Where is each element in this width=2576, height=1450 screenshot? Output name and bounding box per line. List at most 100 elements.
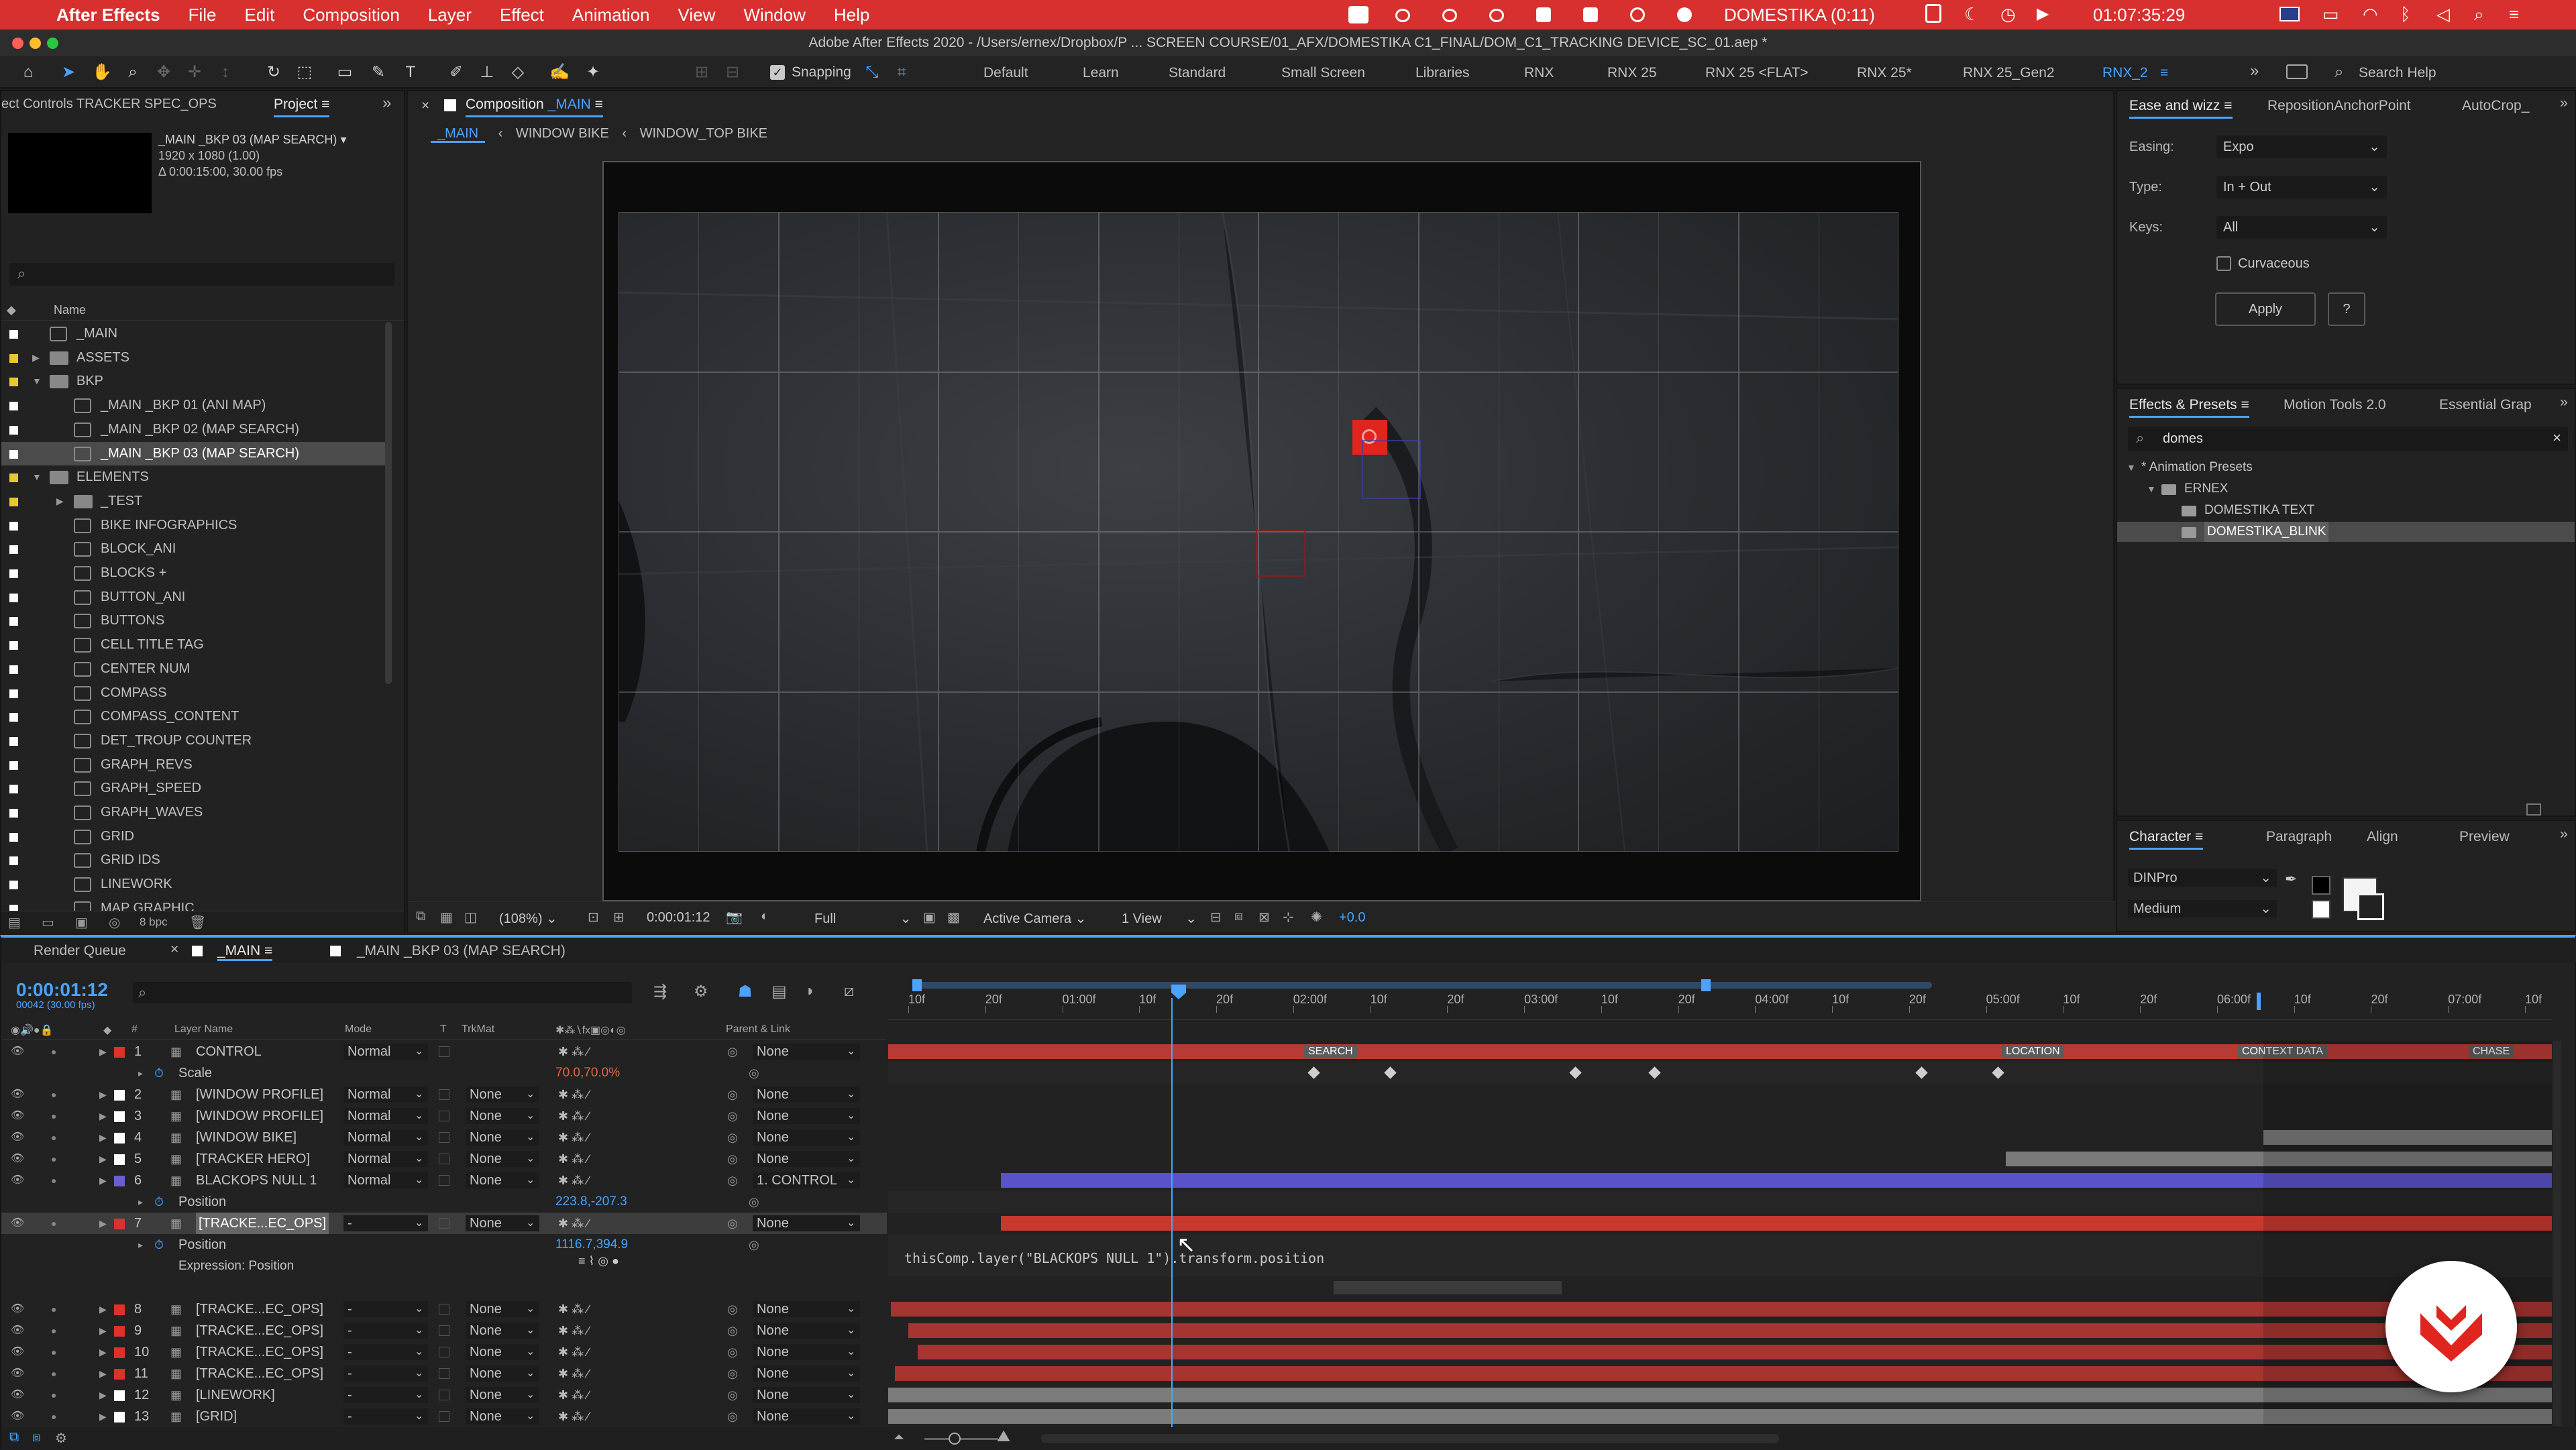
layer-name-column-header[interactable]: Layer Name (174, 1023, 233, 1036)
label-swatch[interactable] (9, 785, 18, 794)
apply-button[interactable]: Apply (2215, 292, 2316, 326)
sync-settings-icon[interactable] (2286, 64, 2308, 79)
label-swatch[interactable] (9, 449, 18, 459)
project-item[interactable]: GRAPH_SPEED (1, 777, 390, 800)
parent-dropdown-arrow-icon[interactable]: ⌄ (847, 1127, 855, 1148)
pen-tool-icon[interactable]: ✎ (368, 62, 389, 83)
font-style-dropdown[interactable]: Medium ⌄ (2128, 900, 2277, 917)
motion-tools-tab[interactable]: Motion Tools 2.0 (2284, 397, 2386, 413)
project-item[interactable]: CENTER NUM (1, 657, 390, 681)
solo-toggle-icon[interactable]: ● (51, 1084, 56, 1105)
zoom-tool-icon[interactable]: ⌕ (122, 62, 144, 83)
property-row[interactable]: ▸ ⏱ Position 223.8,-207.3 ◎ (1, 1191, 887, 1213)
label-column-icon[interactable]: ◆ (103, 1023, 111, 1037)
flowchart-icon[interactable]: ⊹ (1283, 909, 1294, 926)
layer-name[interactable]: [WINDOW BIKE] (196, 1127, 297, 1148)
label-swatch[interactable] (9, 569, 18, 578)
trkmat-dropdown-arrow-icon[interactable]: ⌄ (526, 1105, 535, 1127)
project-item[interactable]: COMPASS_CONTENT (1, 705, 390, 728)
channel-icon[interactable]: ◐ (761, 909, 769, 924)
project-settings-icon[interactable]: ◎ (109, 914, 120, 931)
layer-name[interactable]: [TRACKER HERO] (196, 1148, 310, 1170)
parent-column-header[interactable]: Parent & Link (726, 1023, 790, 1036)
new-folder-icon[interactable]: ▭ (42, 914, 54, 931)
expand-arrow-icon[interactable]: ▼ (2127, 457, 2136, 478)
parent-dropdown-arrow-icon[interactable]: ⌄ (847, 1363, 855, 1384)
keys-dropdown[interactable]: All ⌄ (2216, 216, 2387, 239)
layer-name[interactable]: [TRACKE...EC_OPS] (196, 1298, 323, 1320)
snapshot-icon[interactable]: 📷 (726, 909, 743, 926)
layer-row[interactable]: 👁 ● ▶ 6 ▦ BLACKOPS NULL 1 Normal ⌄ None ⌄ ✱ ⁂ ∕ ◎ 1.… (1, 1170, 887, 1191)
workspace-rnx25-star[interactable]: RNX 25* (1857, 65, 1912, 81)
exposure-value[interactable]: +0.0 (1339, 910, 1365, 926)
brush-tool-icon[interactable]: ✐ (445, 62, 467, 83)
stroke-color-swatch[interactable] (2357, 893, 2384, 920)
layer-switches[interactable]: ✱ ⁂ ∕ (558, 1127, 589, 1148)
dolly-tool-icon[interactable]: ↕ (215, 62, 236, 83)
solo-toggle-icon[interactable]: ● (51, 1041, 56, 1062)
interpret-footage-icon[interactable]: ▤ (8, 914, 21, 931)
mode-dropdown-arrow-icon[interactable]: ⌄ (415, 1127, 423, 1148)
project-item[interactable]: _MAIN _BKP 02 (MAP SEARCH) (1, 418, 390, 441)
property-row[interactable]: ▸ ⏱ Scale 70.0,70.0% ◎ (1, 1062, 887, 1084)
label-column-icon[interactable]: ◆ (7, 303, 16, 317)
layer-name[interactable]: [WINDOW PROFILE] (196, 1105, 323, 1127)
expand-arrow-icon[interactable]: ▶ (99, 1127, 107, 1148)
visibility-toggle-icon[interactable]: 👁 (11, 1105, 24, 1127)
transparency-grid-icon[interactable]: ▩ (947, 909, 960, 926)
expand-arrow-icon[interactable]: ▶ (99, 1320, 107, 1341)
wifi-icon[interactable]: ◠ (2363, 4, 2378, 25)
expand-arrow-icon[interactable]: ▼ (2147, 479, 2156, 499)
align-icon[interactable]: ⊞ (691, 62, 712, 83)
visibility-toggle-icon[interactable]: 👁 (11, 1363, 24, 1384)
label-swatch[interactable] (9, 736, 18, 746)
expand-panels-icon[interactable]: » (382, 94, 391, 113)
mask-visibility-icon[interactable]: ◫ (464, 909, 477, 926)
parent-dropdown-arrow-icon[interactable]: ⌄ (847, 1213, 855, 1234)
label-swatch[interactable] (9, 689, 18, 698)
layer-label-color[interactable] (114, 1133, 125, 1144)
roi-icon[interactable]: ▣ (923, 909, 936, 926)
timeline-search-input[interactable]: ⌕ (133, 982, 632, 1003)
parent-dropdown[interactable]: None (753, 1301, 860, 1317)
workspace-rnx2[interactable]: RNX_2 (2102, 65, 2148, 81)
visibility-toggle-icon[interactable]: 👁 (11, 1213, 24, 1234)
parent-pickwhip-icon[interactable]: ◎ (727, 1170, 738, 1191)
timeline-current-time[interactable]: 0:00:01:12 (16, 979, 108, 1001)
layer-name[interactable]: [LINEWORK] (196, 1384, 275, 1406)
project-item[interactable]: BLOCKS + (1, 561, 390, 585)
mode-dropdown-arrow-icon[interactable]: ⌄ (415, 1298, 423, 1320)
mode-dropdown-arrow-icon[interactable]: ⌄ (415, 1170, 423, 1191)
layer-label-color[interactable] (114, 1304, 125, 1315)
fast-previews-icon[interactable]: ⧈ (1234, 909, 1243, 924)
label-swatch[interactable] (9, 402, 18, 411)
timeline-vertical-scrollbar[interactable] (2553, 1041, 2561, 1426)
spotlight-icon[interactable]: ⌕ (2474, 4, 2484, 25)
layer-label-color[interactable] (114, 1047, 125, 1058)
layer-switches[interactable]: ✱ ⁂ ∕ (558, 1341, 589, 1363)
expand-arrow-icon[interactable]: ▶ (99, 1406, 107, 1426)
composition-tab[interactable]: Composition _MAIN ≡ (466, 97, 603, 117)
project-item[interactable]: ▶ ASSETS (1, 346, 390, 370)
search-help-icon[interactable]: ⌕ (2334, 63, 2343, 82)
layer-switches[interactable]: ✱ ⁂ ∕ (558, 1148, 589, 1170)
preserve-transparency-checkbox[interactable] (439, 1089, 449, 1100)
workspace-rnx25[interactable]: RNX 25 (1607, 65, 1657, 81)
layer-row[interactable]: 👁 ● ▶ 9 ▦ [TRACKE...EC_OPS] - ⌄ None ⌄ ✱ ⁂ ∕ ◎ None ⌄ (1, 1320, 887, 1341)
zoom-out-icon[interactable]: ⏶ (894, 1430, 904, 1445)
project-item[interactable]: ▶ _TEST (1, 490, 390, 513)
reposition-anchor-tab[interactable]: RepositionAnchorPoint (2267, 98, 2411, 114)
switches-column-header[interactable]: ✱⁂∖fx▣◎◐◎ (555, 1023, 626, 1037)
project-item[interactable]: GRAPH_WAVES (1, 801, 390, 824)
layer-row[interactable]: 👁 ● ▶ 10 ▦ [TRACKE...EC_OPS] - ⌄ None ⌄ ✱ ⁂ ∕ ◎ None… (1, 1341, 887, 1363)
parent-pickwhip-icon[interactable]: ◎ (727, 1341, 738, 1363)
distribute-icon[interactable]: ⊟ (722, 62, 743, 83)
layer-name[interactable]: [TRACKE...EC_OPS] (196, 1341, 323, 1363)
time-zoom-slider[interactable] (924, 1438, 998, 1440)
trkmat-dropdown-arrow-icon[interactable]: ⌄ (526, 1363, 535, 1384)
preserve-transparency-checkbox[interactable] (439, 1218, 449, 1229)
preserve-transparency-checkbox[interactable] (439, 1046, 449, 1057)
solo-toggle-icon[interactable]: ● (51, 1127, 56, 1148)
layer-marker[interactable]: LOCATION (2002, 1045, 2064, 1058)
expression-controls-icon[interactable]: ≡ ⌇ ◎ ● (578, 1250, 619, 1272)
